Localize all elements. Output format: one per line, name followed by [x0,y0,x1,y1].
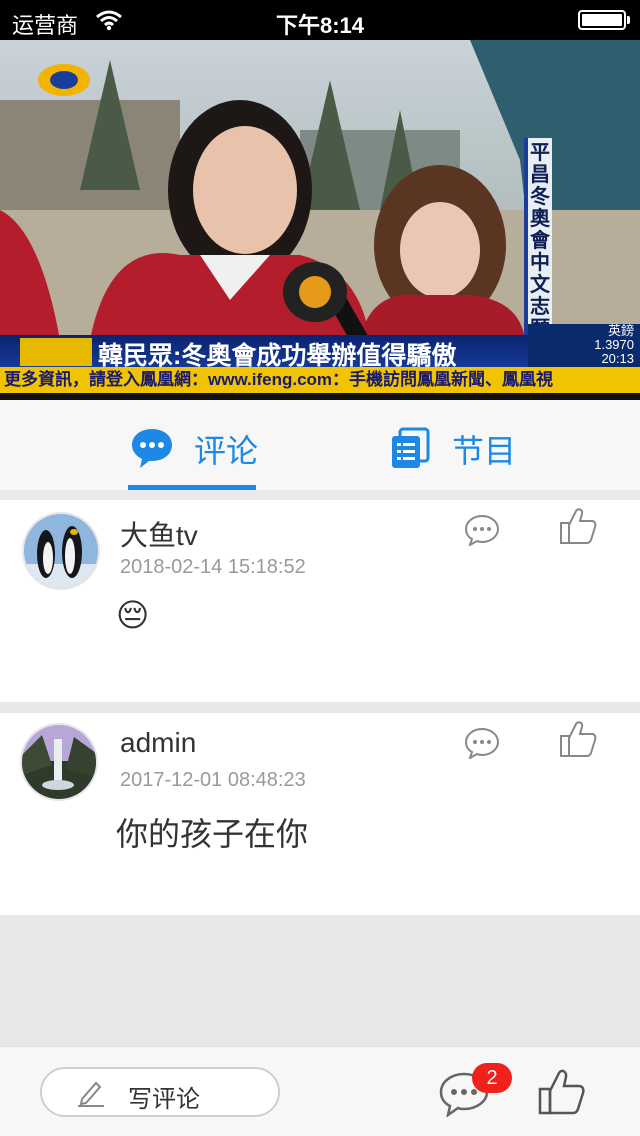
comment-body: 😔 [116,597,150,633]
reply-icon[interactable] [464,727,500,759]
reply-icon[interactable] [464,514,500,546]
comment-body: 你的孩子在你 [116,816,309,852]
penguins-avatar-icon [24,514,98,588]
comment-item: 大鱼tv 2018-02-14 15:18:52 😔 [0,500,640,702]
video-bottom-edge [0,393,640,400]
video-detail-page: 运营商 下午8:14 平昌冬奧會中文志 韓民眾:冬奧會成功舉辦值得驕傲 英鎊 1… [0,0,640,1136]
market-rate: 1.3970 [594,337,634,352]
tab-comments-label: 评论 [194,433,259,469]
comment-item: admin 2017-12-01 08:48:23 你的孩子在你 [0,713,640,915]
vertical-caption: 平昌冬奧會中文志願者 [524,138,552,362]
battery-tip [627,16,630,24]
headline-logo [20,338,92,366]
bottom-bar: 写评论 2 [0,1046,640,1136]
program-list-icon [392,427,430,468]
section-divider [0,490,640,500]
news-ticker: 更多資訊，請登入鳳凰網：www.ifeng.com：手機訪問鳳凰新聞、鳳凰視 [0,367,640,393]
clock: 下午8:14 [275,13,365,38]
comment-bubble-icon [132,429,172,468]
avatar[interactable] [22,512,100,590]
tab-bar: 评论 节目 [0,400,640,490]
tab-programs-label: 节目 [452,433,517,469]
avatar[interactable] [20,723,98,801]
waterfall-avatar-icon [22,725,96,799]
thumbs-up-icon[interactable] [558,719,598,759]
tab-programs[interactable]: 节目 [386,400,526,490]
comment-time: 2017-12-01 08:48:23 [120,769,306,791]
comment-time: 2018-02-14 15:18:52 [120,556,306,578]
thumbs-up-icon[interactable] [558,506,598,546]
write-comment-button[interactable]: 写评论 [40,1067,280,1117]
tab-comments[interactable]: 评论 [128,400,259,490]
video-player[interactable]: 平昌冬奧會中文志願者 韓民眾:冬奧會成功舉辦值得驕傲 英鎊 1.3970 20:… [0,40,640,400]
battery-icon [578,10,626,30]
comment-username[interactable]: 大鱼tv [120,514,198,554]
market-box: 英鎊 1.3970 20:13 [528,324,640,367]
channel-logo [38,64,90,96]
pencil-icon [78,1081,104,1107]
market-clock: 20:13 [601,351,634,366]
status-bar: 运营商 下午8:14 [0,0,640,40]
comment-username[interactable]: admin [120,727,196,759]
thumbs-up-icon[interactable] [536,1067,586,1117]
write-comment-label: 写评论 [128,1086,200,1113]
market-currency: 英鎊 [607,323,634,338]
comment-count-badge: 2 [472,1063,512,1093]
